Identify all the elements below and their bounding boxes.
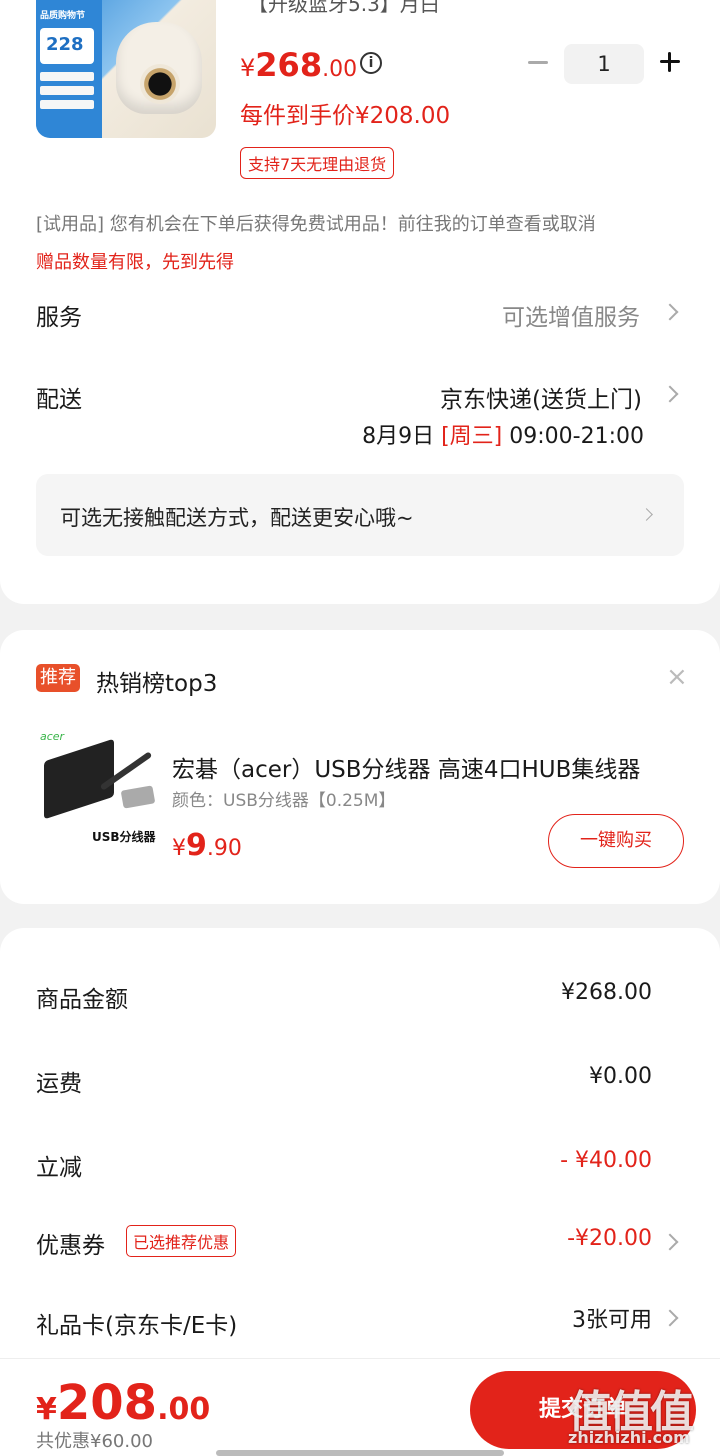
promo-title: 品质购物节 — [40, 11, 86, 21]
total-price: ¥208.00 — [36, 1375, 210, 1431]
promo-line — [40, 100, 94, 109]
chevron-right-icon[interactable] — [661, 303, 679, 321]
delivery-time: 09:00-21:00 — [509, 424, 644, 449]
product-thumbnail[interactable]: 品质购物节 228 — [36, 0, 216, 138]
service-value[interactable]: 可选增值服务 — [502, 298, 640, 332]
earbuds-case-dial — [140, 64, 180, 104]
contactless-text: 可选无接触配送方式，配送更安心哦~ — [60, 506, 414, 530]
product-price: ¥268.00 — [240, 46, 357, 84]
product-card: 【升级蓝牙5.3】月白 品质购物节 228 ¥268.00 i 每件到手价¥20… — [0, 0, 720, 604]
final-price: 每件到手价¥208.00 — [240, 103, 451, 129]
one-click-buy-button[interactable]: 一键购买 — [548, 814, 684, 868]
contactless-delivery-option[interactable]: 可选无接触配送方式，配送更安心哦~ — [36, 474, 684, 556]
price-decimal: .00 — [157, 1392, 211, 1427]
instant-discount-label: 立减 — [36, 1155, 82, 1181]
delivery-date[interactable]: 8月9日 [周三] 09:00-21:00 — [362, 418, 644, 450]
coupon-tag: 已选推荐优惠 — [126, 1225, 237, 1257]
gift-notice: 赠品数量有限，先到先得 — [36, 252, 234, 273]
promo-panel: 品质购物节 228 — [36, 0, 102, 138]
chevron-right-icon[interactable] — [661, 1309, 679, 1327]
instant-discount-value: - ¥40.00 — [560, 1148, 652, 1173]
goods-amount-label: 商品金额 — [36, 987, 128, 1013]
site-watermark: 值值值 zhizhizhi.com — [566, 1376, 716, 1456]
price-decimal: .90 — [206, 836, 242, 861]
service-label: 服务 — [36, 305, 82, 331]
price-integer: 268 — [255, 46, 323, 84]
product-variant-text: 【升级蓝牙5.3】月白 — [248, 0, 440, 16]
goods-amount-value: ¥268.00 — [561, 980, 652, 1005]
chevron-right-icon[interactable] — [661, 385, 679, 403]
recommend-product-name[interactable]: 宏碁（acer）USB分线器 高速4口HUB集线器 — [172, 750, 672, 784]
image-label: USB分线器 — [92, 830, 156, 844]
price-symbol: ¥ — [172, 836, 186, 861]
price-decimal: .00 — [322, 57, 358, 82]
delivery-method[interactable]: 京东快递(送货上门) — [440, 380, 642, 414]
price-symbol: ¥ — [240, 54, 256, 82]
price-integer: 208 — [56, 1375, 158, 1431]
recommendation-card: 推荐 热销榜top3 × acer USB分线器 宏碁（acer）USB分线器 … — [0, 630, 720, 904]
freight-value: ¥0.00 — [589, 1064, 652, 1089]
recommend-tag: 推荐 — [36, 664, 80, 692]
promo-line — [40, 86, 94, 95]
usb-plug-image — [120, 785, 156, 809]
chevron-right-icon[interactable] — [661, 1233, 679, 1251]
gift-card-label: 礼品卡(京东卡/E卡) — [36, 1313, 238, 1339]
delivery-weekday: [周三] — [441, 424, 503, 449]
usb-hub-image — [44, 738, 114, 820]
trial-notice[interactable]: [试用品] 您有机会在下单后获得免费试用品！前往我的订单查看或取消 — [36, 210, 596, 236]
quantity-input[interactable]: 1 — [564, 44, 644, 84]
watermark-url: zhizhizhi.com — [568, 1428, 690, 1447]
recommend-product-price: ¥9.90 — [172, 828, 242, 863]
coupon-value[interactable]: -¥20.00 — [567, 1226, 652, 1251]
brand-logo: acer — [40, 730, 65, 743]
promo-price: 228 — [46, 34, 84, 55]
home-indicator[interactable] — [216, 1450, 504, 1456]
freight-label: 运费 — [36, 1071, 82, 1097]
close-icon[interactable]: × — [666, 662, 688, 692]
delivery-label: 配送 — [36, 387, 82, 413]
quantity-decrease-button[interactable] — [526, 50, 550, 74]
chevron-right-icon — [640, 508, 653, 521]
quantity-increase-button[interactable] — [658, 50, 682, 74]
delivery-day: 8月9日 — [362, 424, 435, 449]
gift-card-value[interactable]: 3张可用 — [572, 1302, 652, 1334]
recommend-product-image[interactable]: acer USB分线器 — [36, 728, 160, 852]
recommend-product-spec: 颜色：USB分线器【0.25M】 — [172, 791, 396, 811]
total-saved: 共优惠¥60.00 — [36, 1431, 153, 1452]
price-integer: 9 — [186, 828, 207, 863]
info-icon[interactable]: i — [360, 52, 382, 74]
price-symbol: ¥ — [36, 1392, 57, 1427]
coupon-label: 优惠券 — [36, 1233, 105, 1259]
promo-line — [40, 72, 94, 81]
return-policy-badge: 支持7天无理由退货 — [240, 147, 395, 179]
recommend-title: 热销榜top3 — [96, 671, 218, 697]
